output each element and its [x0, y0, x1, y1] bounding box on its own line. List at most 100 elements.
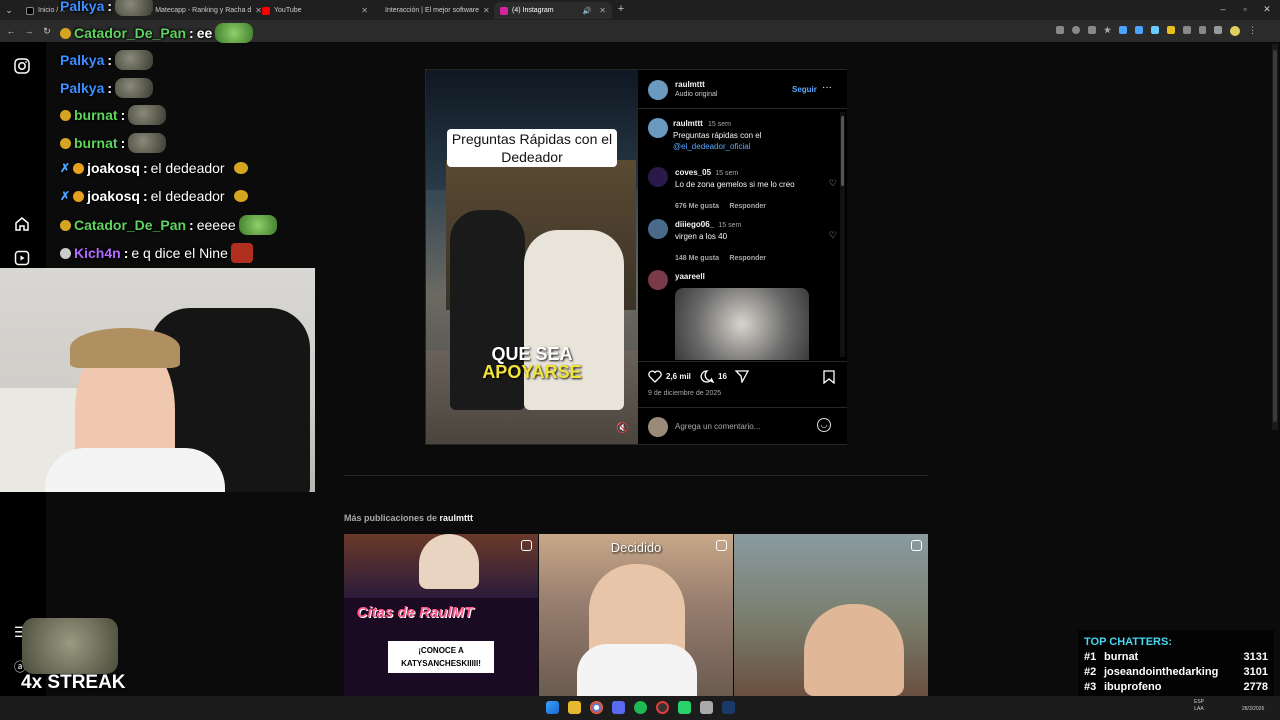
spotify-icon[interactable]	[634, 701, 647, 714]
more-posts-author[interactable]: raulmttt	[440, 513, 474, 523]
audio-label[interactable]: Audio original	[675, 91, 717, 98]
sidebar-icon[interactable]	[1198, 26, 1207, 34]
reply-button[interactable]: Responder	[729, 203, 766, 210]
chat-username: Catador_De_Pan	[74, 217, 187, 233]
cast-icon[interactable]	[1056, 26, 1064, 34]
emote-icon	[233, 162, 248, 174]
top-chatters-title: TOP CHATTERS:	[1084, 636, 1173, 648]
tab-search-icon[interactable]: ⌄	[4, 5, 14, 15]
app-icon[interactable]	[678, 701, 691, 714]
app-icon[interactable]	[700, 701, 713, 714]
post-thumbnail[interactable]: Decidido	[539, 534, 733, 696]
comment-username[interactable]: coves_05	[675, 168, 711, 177]
shirt	[45, 448, 225, 492]
share-icon[interactable]	[735, 370, 749, 383]
person-right	[524, 230, 624, 410]
post-thumbnail[interactable]	[734, 534, 928, 696]
reload-icon[interactable]: ↻	[42, 26, 52, 36]
steam-icon[interactable]	[722, 701, 735, 714]
more-options-button[interactable]: ···	[822, 82, 832, 93]
comment-like-icon[interactable]: ♡	[829, 178, 837, 189]
caption-author[interactable]: raulmttt	[673, 119, 703, 128]
streak-label: 4x STREAK	[21, 672, 126, 693]
close-icon[interactable]: ✕	[361, 6, 368, 15]
like-icon[interactable]	[648, 370, 662, 383]
speaker-icon[interactable]: 🔊	[583, 7, 592, 15]
new-tab-icon[interactable]: +	[616, 4, 626, 15]
scrollbar-thumb[interactable]	[841, 116, 844, 186]
obs-icon[interactable]	[656, 701, 669, 714]
extension-icon[interactable]	[1166, 26, 1175, 34]
post-sidebar: raulmttt Audio original Seguir ··· raulm…	[638, 70, 847, 444]
commenter-avatar[interactable]	[648, 270, 668, 290]
reels-icon[interactable]	[14, 250, 30, 266]
comment-username[interactable]: yaareell	[675, 272, 705, 281]
extension-icon[interactable]	[1151, 26, 1159, 34]
caption-mention-link[interactable]: @el_dedeador_oficial	[673, 142, 751, 151]
reel-video[interactable]: Preguntas Rápidas con el Dedeador QUE SE…	[426, 70, 638, 444]
like-count[interactable]: 2,6 mil	[666, 372, 691, 381]
minimize-icon[interactable]: –	[1218, 4, 1228, 14]
comments-scrollbar[interactable]	[840, 112, 845, 357]
chrome-icon[interactable]	[590, 701, 603, 714]
post-thumbnail[interactable]: Citas de RaulMT ¡CONOCE A KATYSANCHESKII…	[344, 534, 538, 696]
comment-username[interactable]: diiiego06_	[675, 220, 714, 229]
comment-count[interactable]: 16	[718, 372, 727, 381]
tab-label: Interacción | El mejor software	[385, 7, 480, 14]
clock-date[interactable]: 28/3/2026	[1242, 706, 1264, 712]
home-icon[interactable]	[14, 216, 30, 232]
menu-icon[interactable]: ⋮	[1248, 26, 1257, 35]
mute-icon[interactable]: 🔇	[616, 423, 628, 434]
page-scrollbar[interactable]	[1272, 44, 1278, 430]
tab-instagram[interactable]: (4) Instagram 🔊 ✕	[494, 2, 612, 19]
tab-youtube[interactable]: YouTube ✕	[256, 2, 374, 19]
instagram-logo-icon[interactable]	[14, 58, 30, 74]
puzzle-icon[interactable]	[1182, 26, 1191, 34]
profile-avatar[interactable]	[1230, 26, 1241, 36]
comment-image[interactable]	[675, 288, 809, 360]
close-icon[interactable]: ✕	[483, 6, 490, 15]
chat-username: joakosq	[87, 188, 140, 204]
reel-badge-icon	[521, 540, 532, 551]
extension-icon[interactable]	[1119, 26, 1128, 34]
author-username[interactable]: raulmttt	[675, 80, 705, 89]
extension-icon[interactable]	[1135, 26, 1144, 34]
download-icon[interactable]	[1214, 26, 1223, 34]
chat-line: Kich4n: e q dice el Nine	[60, 243, 253, 263]
tab-label: Matecapp - Ranking y Racha d	[155, 7, 252, 14]
language-indicator[interactable]: ESP LAA	[1194, 699, 1204, 713]
zoom-icon[interactable]	[1071, 26, 1080, 34]
bookmark-icon[interactable]	[823, 370, 835, 384]
commenter-avatar[interactable]	[648, 167, 668, 187]
emoji-icon[interactable]: ◡	[817, 418, 831, 432]
post-date: 9 de diciembre de 2025	[648, 390, 722, 397]
start-icon[interactable]	[546, 701, 559, 714]
page-scrollbar-thumb[interactable]	[1273, 50, 1277, 422]
discord-icon[interactable]	[612, 701, 625, 714]
thumbnail-person	[804, 604, 904, 696]
comment-icon[interactable]	[700, 370, 714, 383]
back-icon[interactable]: ←	[6, 26, 16, 36]
window-close-icon[interactable]: ✕	[1262, 4, 1272, 14]
reply-button[interactable]: Responder	[729, 255, 766, 262]
chat-username: Kich4n	[74, 245, 121, 261]
add-comment-input[interactable]: Agrega un comentario...	[675, 422, 760, 431]
commenter-avatar[interactable]	[648, 219, 668, 239]
tab-interaccion[interactable]: Interacción | El mejor software ✕	[375, 2, 493, 19]
author-avatar[interactable]	[648, 80, 668, 100]
eye-off-icon[interactable]	[1087, 26, 1096, 34]
instagram-favicon	[500, 6, 508, 15]
author-avatar[interactable]	[648, 118, 668, 138]
tab-matecapp[interactable]: Matecapp - Ranking y Racha d ✕	[140, 2, 268, 19]
forward-icon[interactable]: →	[24, 26, 34, 36]
star-icon[interactable]	[1103, 26, 1112, 34]
comment-like-icon[interactable]: ♡	[829, 230, 837, 241]
comment-likes[interactable]: 148 Me gusta	[675, 255, 719, 262]
chat-username: Palkya	[60, 0, 105, 14]
follow-button[interactable]: Seguir	[792, 85, 817, 94]
emote-icon	[215, 23, 254, 43]
comment-likes[interactable]: 676 Me gusta	[675, 203, 719, 210]
maximize-icon[interactable]: ▫	[1240, 4, 1250, 14]
close-icon[interactable]: ✕	[599, 6, 606, 15]
file-explorer-icon[interactable]	[568, 701, 581, 714]
